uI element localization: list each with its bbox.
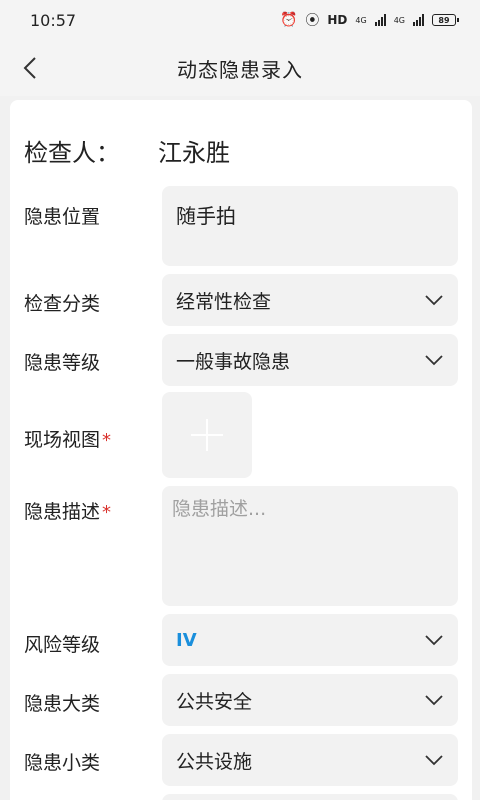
- status-time: 10:57: [30, 10, 77, 30]
- signal-icon-1: [374, 14, 386, 26]
- battery-icon: 89: [432, 14, 459, 26]
- hd-label: HD: [327, 13, 348, 27]
- photo-label-text: 现场视图: [24, 429, 101, 451]
- inspector-value: 江永胜: [158, 139, 230, 167]
- required-mark: *: [102, 502, 112, 523]
- level-label: 隐患等级: [24, 352, 101, 374]
- network-4g-label-2: 4G: [393, 15, 405, 25]
- next-field-partial[interactable]: [162, 794, 458, 800]
- minor-type-value: 公共设施: [176, 750, 253, 773]
- category-label: 检查分类: [24, 293, 101, 315]
- major-type-label: 隐患大类: [24, 693, 101, 715]
- location-field[interactable]: 随手拍: [162, 186, 458, 266]
- description-placeholder: 隐患描述...: [172, 498, 267, 520]
- risk-value: IV: [176, 629, 197, 651]
- category-value: 经常性检查: [176, 290, 272, 313]
- chevron-down-icon: [425, 755, 443, 766]
- status-icons: ⏰ ⦿ HD 4G 4G 89: [279, 10, 459, 30]
- chevron-down-icon: [425, 635, 443, 646]
- location-icon: ⦿: [305, 13, 320, 29]
- add-photo-button[interactable]: [162, 392, 252, 478]
- battery-level: 89: [438, 15, 450, 25]
- level-value: 一般事故隐患: [176, 350, 291, 373]
- network-4g-label-1: 4G: [355, 15, 367, 25]
- major-type-value: 公共安全: [176, 690, 253, 713]
- chevron-down-icon: [425, 695, 443, 706]
- photo-label: 现场视图 *: [24, 425, 111, 452]
- page-title: 动态隐患录入: [177, 57, 303, 82]
- back-button[interactable]: [10, 48, 50, 88]
- risk-label: 风险等级: [24, 634, 101, 656]
- minor-type-label: 隐患小类: [24, 752, 101, 774]
- minor-type-select[interactable]: 公共设施: [162, 734, 458, 786]
- form-card: 检查人： 江永胜 隐患位置 随手拍 检查分类 经常性检查 隐患等级 一般事故隐患…: [10, 100, 472, 800]
- level-select[interactable]: 一般事故隐患: [162, 334, 458, 386]
- status-bar: 10:57 ⏰ ⦿ HD 4G 4G 89: [0, 0, 480, 40]
- required-mark: *: [102, 430, 112, 451]
- major-type-select[interactable]: 公共安全: [162, 674, 458, 726]
- risk-select[interactable]: IV: [162, 614, 458, 666]
- location-value: 随手拍: [176, 204, 236, 228]
- alarm-icon: ⏰: [279, 12, 298, 28]
- signal-icon-2: [413, 14, 424, 26]
- chevron-down-icon: [425, 355, 443, 366]
- category-select[interactable]: 经常性检查: [162, 274, 458, 326]
- chevron-down-icon: [425, 295, 443, 306]
- nav-bar: 动态隐患录入: [0, 40, 480, 96]
- description-label: 隐患描述 *: [24, 497, 111, 524]
- plus-icon: [191, 419, 223, 451]
- chevron-left-icon: [23, 57, 36, 79]
- description-field[interactable]: 隐患描述...: [162, 486, 458, 606]
- description-label-text: 隐患描述: [24, 501, 101, 523]
- inspector-label: 检查人：: [24, 139, 120, 167]
- location-label: 隐患位置: [24, 206, 101, 228]
